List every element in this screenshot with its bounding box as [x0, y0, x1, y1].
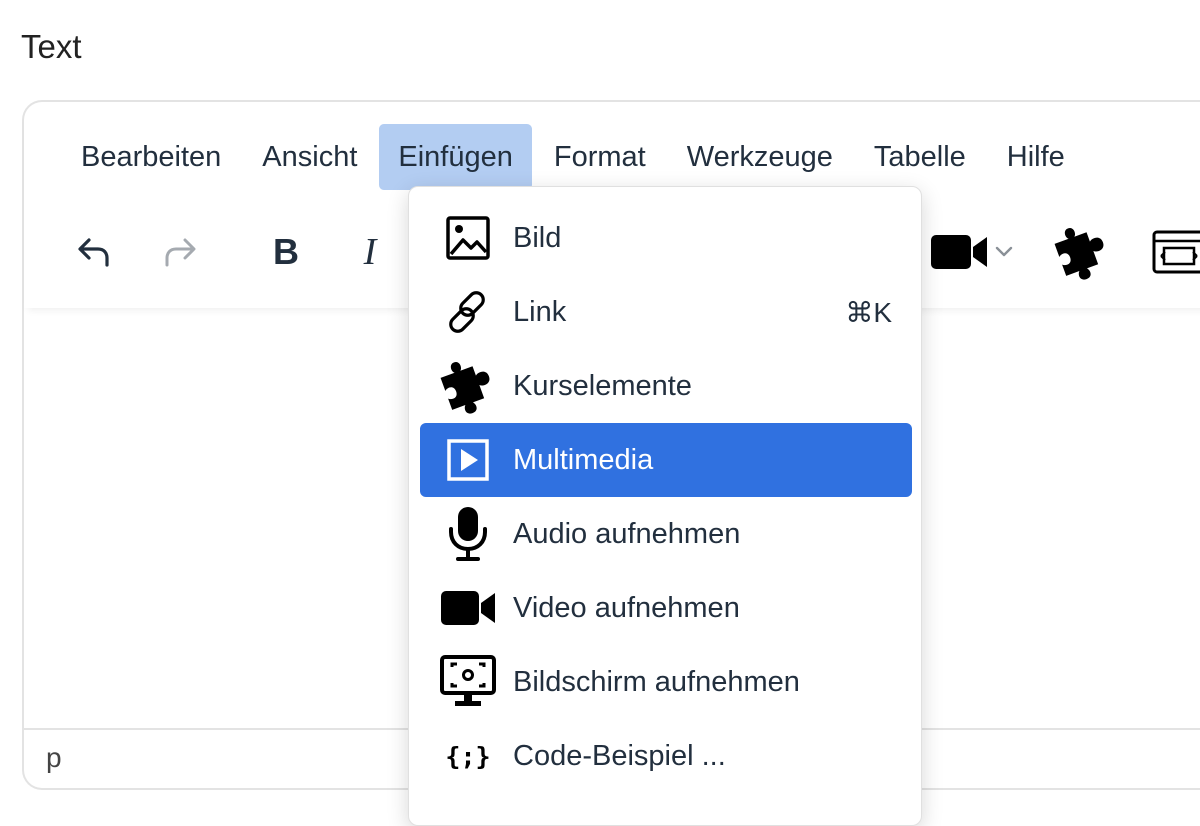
menu-item-multimedia[interactable]: Multimedia — [420, 423, 912, 497]
menu-edit[interactable]: Bearbeiten — [62, 124, 240, 190]
menu-item-code-sample[interactable]: {;} Code-Beispiel ... — [420, 719, 912, 793]
menu-help[interactable]: Hilfe — [988, 124, 1084, 190]
puzzle-icon — [1054, 227, 1104, 280]
menu-item-label: Link — [513, 295, 567, 328]
menu-item-record-video[interactable]: Video aufnehmen — [420, 571, 912, 645]
insert-menu-dropdown: Bild Link ⌘K Kurselemente Multimedia Aud… — [408, 186, 922, 826]
undo-icon — [78, 238, 109, 267]
menu-item-label: Bild — [513, 221, 562, 254]
menu-item-label: Multimedia — [513, 443, 654, 476]
redo-button[interactable] — [150, 222, 210, 282]
multimedia-play-icon — [438, 430, 498, 490]
menu-item-label: Audio aufnehmen — [513, 517, 741, 550]
menu-item-record-audio[interactable]: Audio aufnehmen — [420, 497, 912, 571]
field-label: Text — [21, 28, 82, 65]
menu-item-label: Kurselemente — [513, 369, 692, 402]
menubar: Bearbeiten Ansicht Einfügen Format Werkz… — [62, 124, 1087, 190]
undo-button[interactable] — [64, 222, 124, 282]
shortcut-label: ⌘K — [845, 296, 892, 328]
menu-item-label: Code-Beispiel ... — [513, 739, 726, 772]
menu-item-link[interactable]: Link ⌘K — [420, 275, 912, 349]
menu-insert[interactable]: Einfügen — [379, 124, 532, 190]
screen-record-icon — [438, 652, 498, 712]
image-icon — [438, 208, 498, 268]
menu-item-course-elements[interactable]: Kurselemente — [420, 349, 912, 423]
video-camera-icon — [931, 235, 1013, 269]
italic-button[interactable]: I — [340, 222, 400, 282]
embed-button[interactable] — [1144, 222, 1200, 282]
menu-view[interactable]: Ansicht — [243, 124, 376, 190]
redo-icon — [165, 238, 196, 267]
microphone-icon — [438, 504, 498, 564]
menu-item-label: Bildschirm aufnehmen — [513, 665, 800, 698]
video-menu-button[interactable] — [926, 222, 1022, 282]
menu-table[interactable]: Tabelle — [855, 124, 985, 190]
menu-tools[interactable]: Werkzeuge — [668, 124, 852, 190]
menu-item-label: Video aufnehmen — [513, 591, 740, 624]
menu-format[interactable]: Format — [535, 124, 665, 190]
bold-button[interactable]: B — [256, 222, 316, 282]
menu-item-image[interactable]: Bild — [420, 201, 912, 275]
link-icon — [438, 282, 498, 342]
course-elements-button[interactable] — [1042, 222, 1122, 282]
embed-window-icon — [1152, 230, 1200, 274]
element-path[interactable]: p — [46, 742, 62, 774]
puzzle-icon — [438, 356, 498, 416]
code-icon: {;} — [445, 741, 491, 771]
menu-item-record-screen[interactable]: Bildschirm aufnehmen — [420, 645, 912, 719]
video-camera-icon — [438, 578, 498, 638]
